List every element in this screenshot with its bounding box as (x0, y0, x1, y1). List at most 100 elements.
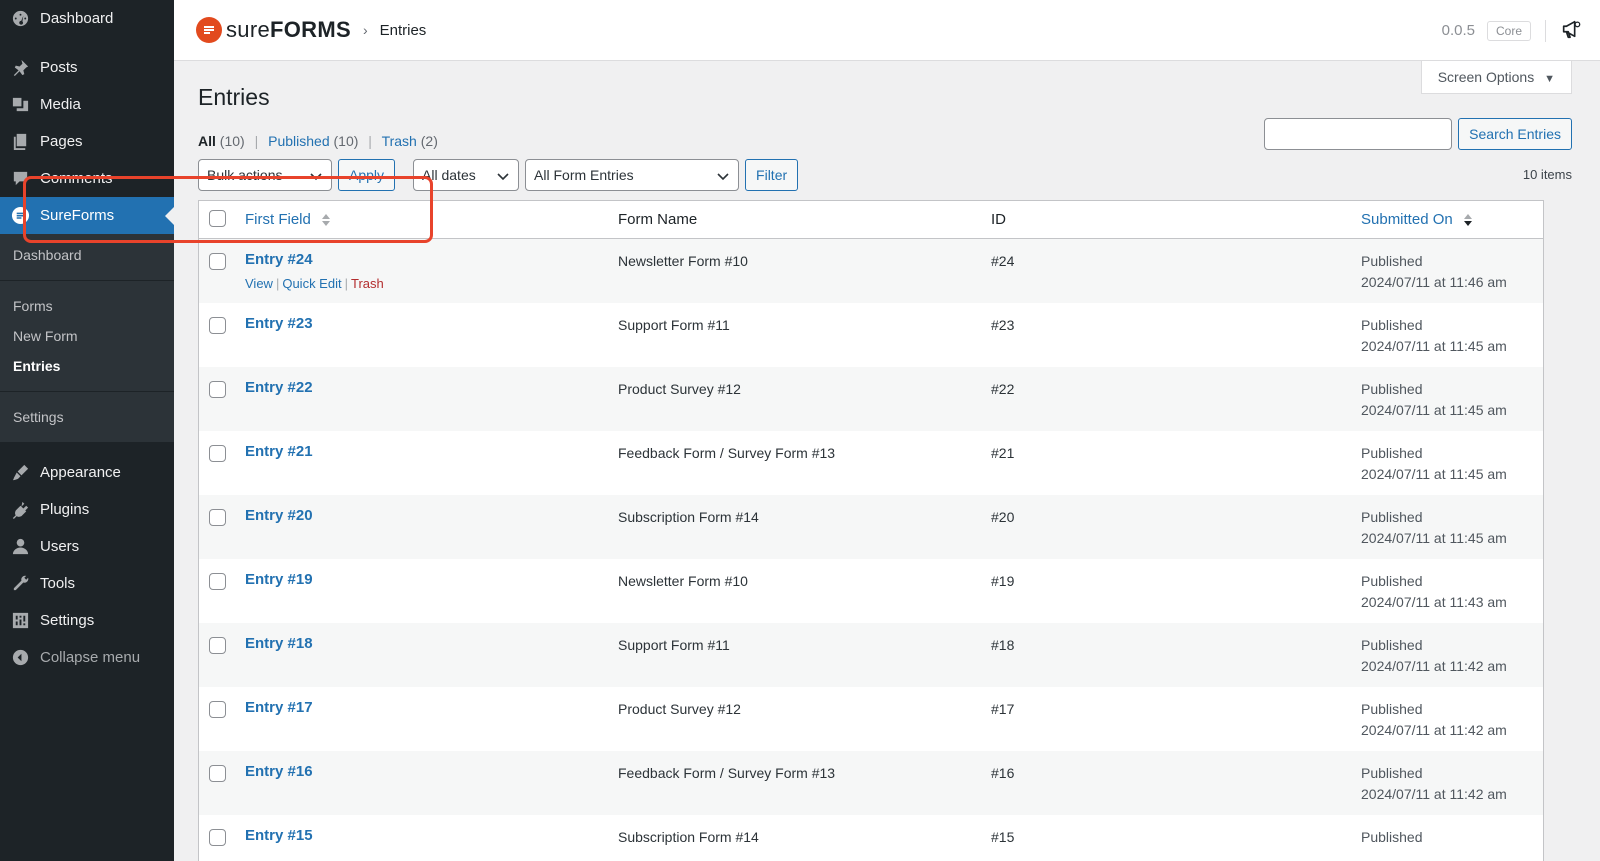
entry-date: 2024/07/11 at 11:45 am (1361, 338, 1507, 354)
entries-table: First Field Form Name ID Submitted On En… (198, 200, 1544, 861)
sureforms-logo-icon (196, 17, 222, 43)
view-separator: | (254, 133, 259, 149)
search-input[interactable] (1264, 118, 1453, 150)
entry-title-link[interactable]: Entry #22 (245, 379, 313, 396)
menu-settings[interactable]: Settings (0, 602, 174, 639)
row-actions: View | Quick Edit | Trash (245, 276, 618, 291)
row-checkbox[interactable] (209, 765, 226, 782)
quick-edit-link[interactable]: Quick Edit (282, 276, 341, 291)
apply-button[interactable]: Apply (338, 159, 396, 191)
menu-comments[interactable]: Comments (0, 160, 174, 197)
row-checkbox[interactable] (209, 509, 226, 526)
collapse-icon (10, 648, 30, 668)
view-link[interactable]: View (245, 276, 273, 291)
table-row: Entry #20 Subscription Form #14 #20 Publ… (199, 495, 1543, 559)
cell-id: #22 (991, 381, 1015, 397)
view-all-link[interactable]: All (198, 133, 216, 149)
menu-label: Posts (40, 59, 78, 76)
action-separator: | (275, 276, 280, 291)
trash-link[interactable]: Trash (351, 276, 384, 291)
table-row: Entry #17 Product Survey #12 #17 Publish… (199, 687, 1543, 751)
submenu-dashboard[interactable]: Dashboard (0, 240, 174, 270)
sureforms-logo[interactable]: sureFORMS (196, 17, 351, 43)
row-checkbox-cell (199, 559, 243, 593)
row-checkbox[interactable] (209, 381, 226, 398)
status-views: All (10) | Published (10) | Trash (2) (198, 133, 438, 149)
menu-sureforms[interactable]: SureForms (0, 197, 174, 234)
entry-title-link[interactable]: Entry #24 (245, 251, 313, 268)
select-all-checkbox[interactable] (209, 209, 226, 227)
entry-title-link[interactable]: Entry #19 (245, 571, 313, 588)
submenu-settings[interactable]: Settings (0, 402, 174, 432)
menu-pages[interactable]: Pages (0, 123, 174, 160)
row-checkbox[interactable] (209, 253, 226, 270)
row-checkbox-cell (199, 431, 243, 465)
view-trash-link[interactable]: Trash (382, 133, 417, 149)
filter-button[interactable]: Filter (745, 159, 799, 191)
search-entries-button[interactable]: Search Entries (1458, 118, 1572, 150)
version-label: 0.0.5 (1441, 22, 1475, 39)
menu-posts[interactable]: Posts (0, 49, 174, 86)
header-first-field[interactable]: First Field (243, 211, 618, 228)
bulk-actions-select[interactable]: Bulk actions (198, 159, 332, 191)
cell-form-name: Product Survey #12 (618, 701, 741, 717)
pages-icon (10, 132, 30, 152)
menu-plugins[interactable]: Plugins (0, 491, 174, 528)
entry-date: 2024/07/11 at 11:42 am (1361, 786, 1507, 802)
cell-id: #15 (991, 829, 1015, 845)
comment-icon (10, 169, 30, 189)
view-trash-count: (2) (420, 133, 438, 149)
submenu-new-form[interactable]: New Form (0, 321, 174, 351)
submenu-entries[interactable]: Entries (0, 351, 174, 381)
cell-form-name: Newsletter Form #10 (618, 573, 748, 589)
menu-label: Plugins (40, 501, 90, 518)
view-separator: | (368, 133, 372, 149)
entry-title-link[interactable]: Entry #18 (245, 635, 313, 652)
entry-date: 2024/07/11 at 11:45 am (1361, 402, 1507, 418)
entry-title-link[interactable]: Entry #15 (245, 827, 313, 844)
row-checkbox[interactable] (209, 829, 226, 846)
menu-tools[interactable]: Tools (0, 565, 174, 602)
submenu-forms[interactable]: Forms (0, 291, 174, 321)
entry-title-link[interactable]: Entry #16 (245, 763, 313, 780)
collapse-menu-button[interactable]: Collapse menu (0, 639, 174, 676)
cell-form-name: Subscription Form #14 (618, 509, 759, 525)
entry-title-link[interactable]: Entry #23 (245, 315, 313, 332)
menu-appearance[interactable]: Appearance (0, 454, 174, 491)
menu-dashboard[interactable]: Dashboard (0, 0, 174, 37)
cell-submitted-on: Published 2024/07/11 at 11:45 am (1361, 303, 1541, 357)
cell-id: #21 (991, 445, 1015, 461)
header-right: 0.0.5 Core (1442, 0, 1582, 61)
row-checkbox[interactable] (209, 445, 226, 462)
row-checkbox[interactable] (209, 701, 226, 718)
cell-submitted-on: Published 2024/07/11 at 11:43 am (1361, 559, 1541, 613)
row-checkbox[interactable] (209, 637, 226, 654)
entry-title-link[interactable]: Entry #21 (245, 443, 313, 460)
main-content: Screen Options ▼ Entries All (10) | Publ… (174, 61, 1600, 861)
row-checkbox[interactable] (209, 573, 226, 590)
form-entries-select[interactable]: All Form Entries (525, 159, 740, 191)
entry-date: 2024/07/11 at 11:46 am (1361, 274, 1507, 290)
menu-media[interactable]: Media (0, 86, 174, 123)
menu-label: Users (40, 538, 80, 555)
row-checkbox[interactable] (209, 317, 226, 334)
table-row: Entry #19 Newsletter Form #10 #19 Publis… (199, 559, 1543, 623)
megaphone-icon[interactable] (1560, 18, 1582, 43)
header-submitted-on[interactable]: Submitted On (1361, 209, 1541, 230)
screen-options-button[interactable]: Screen Options ▼ (1420, 61, 1572, 94)
entry-title-link[interactable]: Entry #20 (245, 507, 313, 524)
menu-label: Media (40, 96, 81, 113)
cell-submitted-on: Published 2024/07/11 at 11:45 am (1361, 431, 1541, 485)
plugin-header: sureFORMS › Entries 0.0.5 Core (174, 0, 1600, 61)
row-checkbox-cell (199, 495, 243, 529)
settings-icon (10, 611, 30, 631)
header-checkbox-cell (199, 209, 243, 230)
caret-down-icon: ▼ (1544, 73, 1555, 85)
menu-users[interactable]: Users (0, 528, 174, 565)
view-published-count: (10) (333, 133, 359, 149)
brand-name: sureFORMS (226, 17, 351, 42)
dates-select[interactable]: All dates (413, 159, 520, 191)
entry-title-link[interactable]: Entry #17 (245, 699, 313, 716)
view-published-link[interactable]: Published (268, 133, 330, 149)
row-checkbox-cell (199, 303, 243, 337)
